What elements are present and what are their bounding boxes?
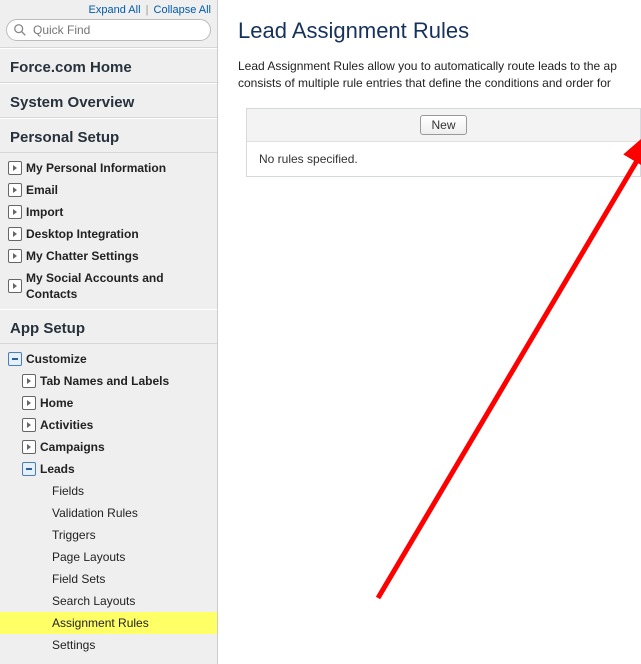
nav-label: Email xyxy=(26,182,58,198)
nav-label: Validation Rules xyxy=(52,505,138,521)
expand-icon xyxy=(8,279,22,293)
leads-child[interactable]: Search Layouts xyxy=(0,590,217,612)
desc-line-2: consists of multiple rule entries that d… xyxy=(238,76,611,90)
rules-empty-message: No rules specified. xyxy=(247,142,640,176)
quick-find-input[interactable] xyxy=(31,22,204,38)
sidebar-top: Expand All | Collapse All xyxy=(0,0,217,48)
setup-sidebar: Expand All | Collapse All Force.com Home… xyxy=(0,0,218,664)
rules-panel: New No rules specified. xyxy=(246,108,641,177)
expand-icon xyxy=(8,227,22,241)
app-setup-heading: App Setup xyxy=(0,309,217,344)
app-setup-tree: Customize Tab Names and Labels Home Activi… xyxy=(0,344,217,660)
main-content: Lead Assignment Rules Lead Assignment Ru… xyxy=(218,0,641,664)
expand-icon xyxy=(8,183,22,197)
nav-label: My Social Accounts and Contacts xyxy=(26,270,211,302)
personal-item[interactable]: Desktop Integration xyxy=(0,223,217,245)
nav-label: Assignment Rules xyxy=(52,615,149,631)
personal-item[interactable]: My Social Accounts and Contacts xyxy=(0,267,217,305)
system-overview-link[interactable]: System Overview xyxy=(0,83,217,118)
personal-item[interactable]: Import xyxy=(0,201,217,223)
nav-label: Tab Names and Labels xyxy=(40,373,169,389)
customize-child[interactable]: Campaigns xyxy=(0,436,217,458)
page-title: Lead Assignment Rules xyxy=(238,18,641,44)
nav-label: Import xyxy=(26,204,63,220)
leads-child[interactable]: Fields xyxy=(0,480,217,502)
nav-label: Search Layouts xyxy=(52,593,135,609)
leads-child[interactable]: Triggers xyxy=(0,524,217,546)
nav-label: Home xyxy=(40,395,73,411)
personal-item[interactable]: Email xyxy=(0,179,217,201)
customize-child[interactable]: Activities xyxy=(0,414,217,436)
leads-child[interactable]: Settings xyxy=(0,634,217,656)
nav-label: Field Sets xyxy=(52,571,105,587)
nav-label: Activities xyxy=(40,417,93,433)
nav-label: My Chatter Settings xyxy=(26,248,139,264)
customize-child[interactable]: Home xyxy=(0,392,217,414)
leads-child[interactable]: Page Layouts xyxy=(0,546,217,568)
collapse-icon xyxy=(22,462,36,476)
collapse-all-link[interactable]: Collapse All xyxy=(154,4,211,16)
expand-icon xyxy=(22,418,36,432)
annotation-arrow xyxy=(198,0,641,646)
leads-node[interactable]: Leads xyxy=(0,458,217,480)
expand-icon xyxy=(22,440,36,454)
nav-label: Settings xyxy=(52,637,95,653)
expand-all-link[interactable]: Expand All xyxy=(89,4,141,16)
expand-icon xyxy=(8,161,22,175)
new-button[interactable]: New xyxy=(420,115,466,135)
collapse-icon xyxy=(8,352,22,366)
nav-label: Page Layouts xyxy=(52,549,125,565)
expand-icon xyxy=(8,205,22,219)
personal-setup-heading: Personal Setup xyxy=(0,118,217,153)
quick-find-wrap[interactable] xyxy=(6,19,211,41)
customize-child[interactable]: Tab Names and Labels xyxy=(0,370,217,392)
customize-label: Customize xyxy=(26,351,87,367)
nav-label: Desktop Integration xyxy=(26,226,139,242)
leads-child-selected[interactable]: Assignment Rules xyxy=(0,612,217,634)
expand-icon xyxy=(8,249,22,263)
nav-label: Fields xyxy=(52,483,84,499)
personal-setup-tree: My Personal Information Email Import Deskto… xyxy=(0,153,217,309)
leads-child[interactable]: Validation Rules xyxy=(0,502,217,524)
rules-toolbar: New xyxy=(247,109,640,142)
expand-collapse-links: Expand All | Collapse All xyxy=(6,4,211,16)
nav-label: My Personal Information xyxy=(26,160,166,176)
nav-label: Campaigns xyxy=(40,439,105,455)
expand-icon xyxy=(22,396,36,410)
leads-child[interactable]: Field Sets xyxy=(0,568,217,590)
customize-node[interactable]: Customize xyxy=(0,348,217,370)
personal-item[interactable]: My Chatter Settings xyxy=(0,245,217,267)
forcecom-home-link[interactable]: Force.com Home xyxy=(0,48,217,83)
search-icon xyxy=(13,23,27,37)
link-separator: | xyxy=(146,4,149,16)
page-description: Lead Assignment Rules allow you to autom… xyxy=(238,58,641,92)
desc-line-1: Lead Assignment Rules allow you to autom… xyxy=(238,59,617,73)
expand-icon xyxy=(22,374,36,388)
personal-item[interactable]: My Personal Information xyxy=(0,157,217,179)
leads-label: Leads xyxy=(40,461,75,477)
nav-label: Triggers xyxy=(52,527,96,543)
